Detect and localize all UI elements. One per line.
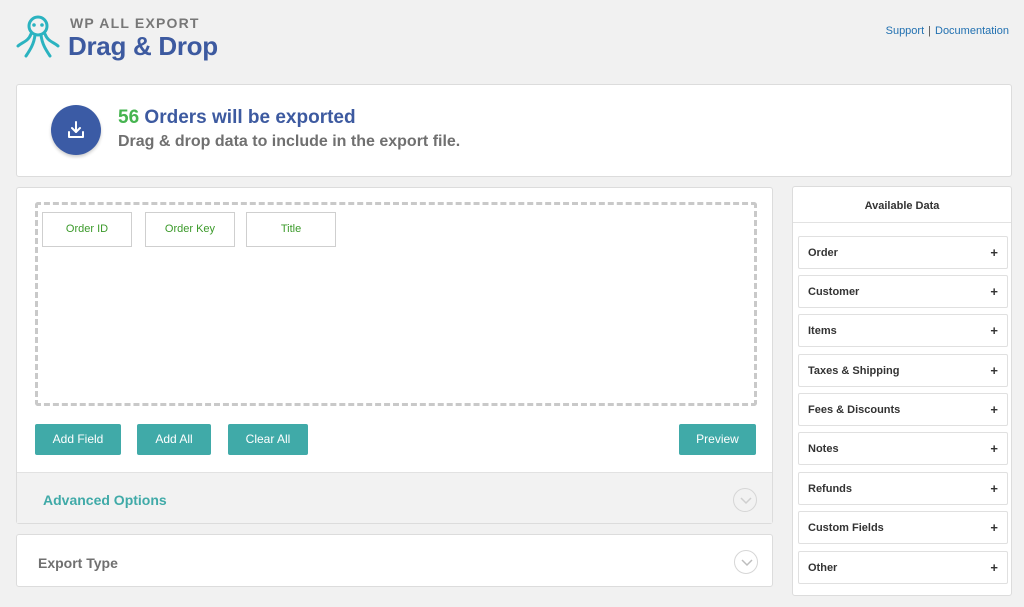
- export-summary-banner: 56 Orders will be exported Drag & drop d…: [16, 84, 1012, 177]
- export-instructions: Drag & drop data to include in the expor…: [118, 133, 461, 150]
- sidebar-item-label: Custom Fields: [808, 522, 884, 534]
- plus-icon: +: [990, 323, 998, 338]
- plus-icon: +: [990, 284, 998, 299]
- octopus-logo-icon: [16, 15, 60, 58]
- field-builder-panel: Order ID Order Key Title Add Field Add A…: [16, 187, 773, 524]
- field-order-id[interactable]: Order ID: [42, 212, 132, 247]
- plus-icon: +: [990, 520, 998, 535]
- link-separator: |: [928, 25, 931, 37]
- sidebar-item-notes[interactable]: Notes +: [798, 432, 1008, 465]
- advanced-options-label: Advanced Options: [43, 492, 167, 508]
- sidebar-item-label: Other: [808, 562, 838, 574]
- drop-zone[interactable]: Order ID Order Key Title: [35, 202, 757, 406]
- sidebar-item-label: Customer: [808, 286, 860, 298]
- add-all-button[interactable]: Add All: [137, 424, 211, 455]
- plus-icon: +: [990, 245, 998, 260]
- top-links: Support | Documentation: [886, 25, 1009, 37]
- field-order-key[interactable]: Order Key: [145, 212, 235, 247]
- brand-subtitle: WP ALL EXPORT: [70, 15, 200, 31]
- export-count-title: 56 Orders will be exported: [118, 107, 356, 129]
- page-header: WP ALL EXPORT Drag & Drop Support | Docume…: [0, 0, 1024, 80]
- download-tray-icon: [51, 105, 101, 155]
- export-count: 56: [118, 107, 140, 128]
- available-data-title: Available Data: [793, 187, 1011, 223]
- preview-button[interactable]: Preview: [679, 424, 756, 455]
- sidebar-item-label: Notes: [808, 443, 839, 455]
- plus-icon: +: [990, 560, 998, 575]
- sidebar-item-label: Taxes & Shipping: [808, 365, 900, 377]
- export-type-label: Export Type: [38, 555, 118, 571]
- documentation-link[interactable]: Documentation: [935, 25, 1009, 37]
- sidebar-item-custom-fields[interactable]: Custom Fields +: [798, 511, 1008, 544]
- sidebar-item-label: Order: [808, 247, 838, 259]
- export-count-text: Orders will be exported: [144, 107, 356, 128]
- sidebar-item-fees-discounts[interactable]: Fees & Discounts +: [798, 393, 1008, 426]
- field-title[interactable]: Title: [246, 212, 336, 247]
- sidebar-item-taxes-shipping[interactable]: Taxes & Shipping +: [798, 354, 1008, 387]
- sidebar-item-customer[interactable]: Customer +: [798, 275, 1008, 308]
- available-data-sidebar: Available Data Order + Customer + Items …: [792, 186, 1012, 596]
- export-type-toggle[interactable]: Export Type: [16, 534, 773, 587]
- sidebar-item-other[interactable]: Other +: [798, 551, 1008, 584]
- plus-icon: +: [990, 363, 998, 378]
- plus-icon: +: [990, 441, 998, 456]
- plus-icon: +: [990, 402, 998, 417]
- page-title: Drag & Drop: [68, 31, 218, 61]
- sidebar-item-label: Refunds: [808, 483, 852, 495]
- sidebar-item-refunds[interactable]: Refunds +: [798, 472, 1008, 505]
- plus-icon: +: [990, 481, 998, 496]
- add-field-button[interactable]: Add Field: [35, 424, 121, 455]
- clear-all-button[interactable]: Clear All: [228, 424, 308, 455]
- chevron-down-icon[interactable]: [733, 488, 757, 512]
- chevron-down-icon[interactable]: [734, 550, 758, 574]
- sidebar-item-order[interactable]: Order +: [798, 236, 1008, 269]
- sidebar-item-label: Items: [808, 325, 837, 337]
- support-link[interactable]: Support: [886, 25, 925, 37]
- sidebar-item-label: Fees & Discounts: [808, 404, 901, 416]
- sidebar-item-items[interactable]: Items +: [798, 314, 1008, 347]
- advanced-options-toggle[interactable]: Advanced Options: [17, 472, 772, 523]
